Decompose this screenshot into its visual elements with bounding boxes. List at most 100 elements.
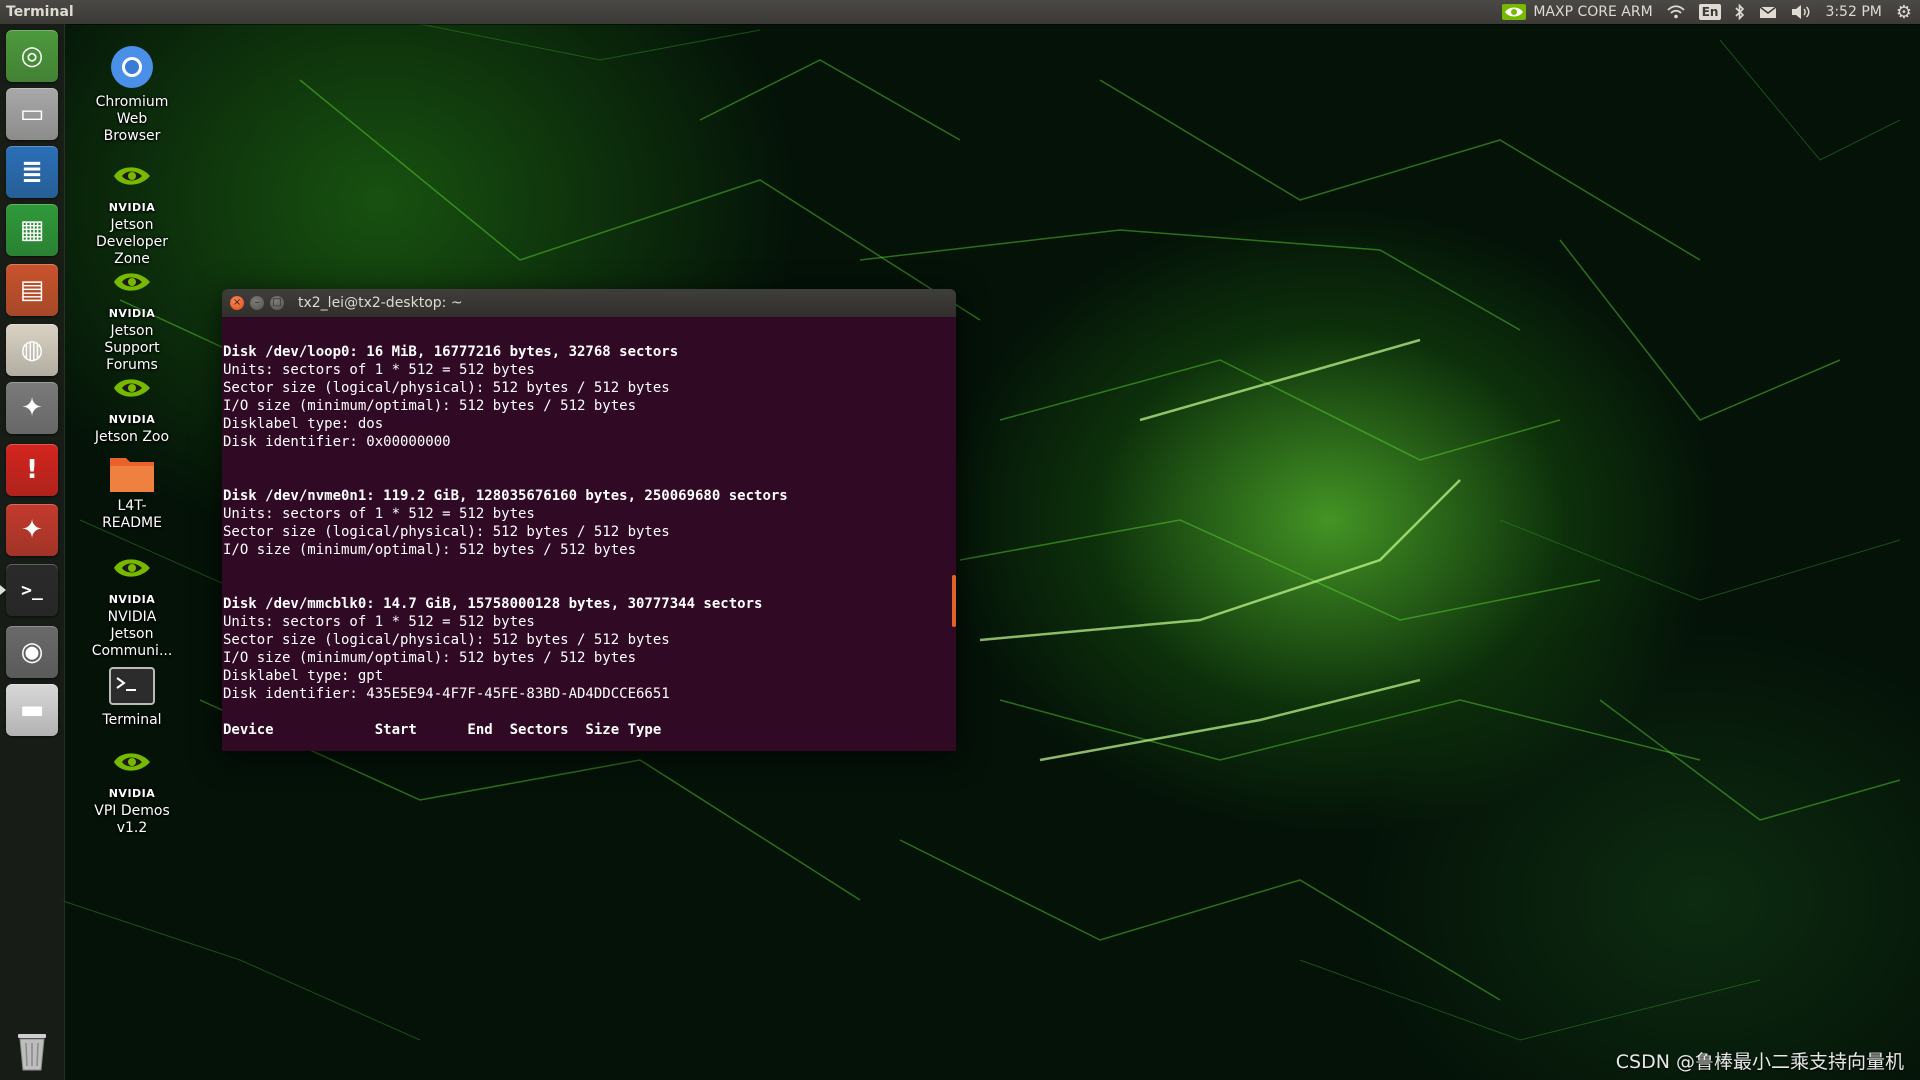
- minimize-icon: –: [254, 297, 260, 308]
- desktop-icon-1[interactable]: NVIDIA Jetson Developer Zone: [80, 160, 184, 268]
- desktop-icon-label: Developer: [95, 234, 168, 250]
- terminal-output[interactable]: Disk /dev/loop0: 16 MiB, 16777216 bytes,…: [222, 317, 956, 751]
- terminal-line: Device Start End Sectors Size Type: [223, 722, 662, 738]
- terminal-line: I/O size (minimum/optimal): 512 bytes / …: [223, 650, 637, 666]
- terminal-line: Disk /dev/loop0: 16 MiB, 16777216 bytes,…: [223, 344, 679, 360]
- desktop-icon-6[interactable]: Terminal: [80, 666, 184, 729]
- launcher-item-trash[interactable]: [6, 1024, 58, 1076]
- calc-spreadsheet-icon: ▦: [19, 215, 45, 245]
- power-mode-label: MAXP CORE ARM: [1533, 4, 1653, 20]
- desktop-icon-2[interactable]: NVIDIA Jetson Support Forums: [80, 266, 184, 374]
- desktop-icon-3[interactable]: NVIDIA Jetson Zoo: [80, 372, 184, 446]
- indicator-area: MAXP CORE ARM En 3:52 PM ⚙: [1501, 0, 1912, 24]
- terminal-shortcut-icon: [109, 667, 155, 705]
- desktop-icon-label: Browser: [103, 128, 161, 144]
- window-minimize-button[interactable]: –: [250, 296, 264, 310]
- terminal-line: Sector size (logical/physical): 512 byte…: [223, 632, 670, 648]
- launcher-item-camera[interactable]: ◉: [6, 626, 58, 678]
- session-indicator[interactable]: ⚙: [1896, 2, 1912, 23]
- terminal-line: Disk /dev/mmcblk0: 14.7 GiB, 15758000128…: [223, 596, 763, 612]
- nvidia-brand-label: NVIDIA: [108, 593, 156, 606]
- terminal-line: Units: sectors of 1 * 512 = 512 bytes: [223, 506, 535, 522]
- launcher-item-impress-presentation[interactable]: ▤: [6, 264, 58, 316]
- nvidia-eye-icon: [1502, 4, 1527, 20]
- desktop-icon-4[interactable]: L4T- README: [80, 452, 184, 532]
- terminal-line: Disklabel type: dos: [223, 416, 384, 432]
- nvpmodel-indicator[interactable]: MAXP CORE ARM: [1501, 3, 1653, 21]
- desktop-icon-label: NVIDIA: [107, 609, 157, 625]
- nvidia-brand-label: NVIDIA: [108, 307, 156, 320]
- launcher-item-shopping-bag[interactable]: ◍: [6, 324, 58, 376]
- nvidia-eye-icon: [114, 167, 150, 185]
- nvidia-eye-icon: [114, 753, 150, 771]
- desktop-icon-label: Support: [104, 340, 160, 356]
- desktop-icon-label: Terminal: [102, 712, 162, 728]
- desktop-icon-label: L4T-: [117, 498, 147, 514]
- launcher-item-file-cabinet[interactable]: ▭: [6, 88, 58, 140]
- terminal-scrollbar-thumb[interactable]: [952, 575, 956, 627]
- speaker-volume-icon: [1792, 5, 1810, 19]
- launcher-item-ubuntu-logo[interactable]: ◎: [6, 30, 58, 82]
- launcher-item-terminal[interactable]: >_: [6, 564, 58, 616]
- terminal-titlebar[interactable]: × – □ tx2_lei@tx2-desktop: ~: [222, 289, 956, 317]
- terminal-line: Sector size (logical/physical): 512 byte…: [223, 380, 670, 396]
- terminal-window-title: tx2_lei@tx2-desktop: ~: [298, 295, 463, 311]
- window-maximize-button[interactable]: □: [270, 296, 284, 310]
- desktop-icon-5[interactable]: NVIDIA NVIDIA Jetson Communi...: [80, 552, 184, 660]
- terminal-line: Sector size (logical/physical): 512 byte…: [223, 524, 670, 540]
- folder-icon: [110, 458, 154, 492]
- nvidia-eye-icon: [114, 273, 150, 291]
- camera-icon: ◉: [20, 637, 44, 667]
- desktop-icon-label: Jetson: [110, 217, 154, 233]
- launcher-item-writer-document[interactable]: ≣: [6, 146, 58, 198]
- terminal-line: I/O size (minimum/optimal): 512 bytes / …: [223, 398, 637, 414]
- chromium-icon: [111, 46, 153, 88]
- desktop-icon-label: Communi...: [91, 643, 173, 659]
- wifi-indicator[interactable]: [1667, 5, 1685, 19]
- desktop-icon-label: VPI Demos: [94, 803, 170, 819]
- terminal-window[interactable]: × – □ tx2_lei@tx2-desktop: ~ Disk /dev/l…: [222, 289, 956, 751]
- terminal-line: Disk /dev/nvme0n1: 119.2 GiB, 1280356761…: [223, 488, 788, 504]
- keyboard-indicator[interactable]: En: [1698, 4, 1722, 20]
- ubuntu-logo-icon: ◎: [20, 41, 44, 71]
- shopping-bag-icon: ◍: [20, 335, 44, 365]
- tools-wrench-icon: ✦: [21, 515, 43, 545]
- wallpaper-bright-lines: [979, 338, 1461, 762]
- terminal-line: Disklabel type: gpt: [223, 668, 384, 684]
- writer-document-icon: ≣: [21, 157, 43, 187]
- gear-icon: ⚙: [1895, 1, 1912, 23]
- nvidia-brand-label: NVIDIA: [108, 413, 156, 426]
- active-app-title: Terminal: [6, 4, 74, 20]
- desktop-icon-0[interactable]: Chromium Web Browser: [80, 44, 184, 145]
- terminal-line: Units: sectors of 1 * 512 = 512 bytes: [223, 614, 535, 630]
- launcher-item-settings-wrench[interactable]: ✦: [6, 382, 58, 434]
- maximize-icon: □: [272, 297, 282, 308]
- running-indicator-pip: [0, 585, 6, 595]
- terminal-line: Disk identifier: 435E5E94-4F7F-45FE-83BD…: [223, 686, 670, 702]
- trash-icon: [18, 1034, 46, 1071]
- desktop-icon-label: README: [102, 515, 162, 531]
- desktop-icon-label: Web: [116, 111, 148, 127]
- watermark: CSDN @鲁棒最小二乘支持向量机: [1615, 1051, 1904, 1073]
- envelope-icon: [1759, 5, 1777, 18]
- settings-wrench-icon: ✦: [21, 393, 43, 423]
- sound-indicator[interactable]: [1791, 4, 1811, 20]
- clock[interactable]: 3:52 PM: [1825, 4, 1881, 20]
- launcher-item-tools-wrench[interactable]: ✦: [6, 504, 58, 556]
- bluetooth-indicator[interactable]: [1735, 4, 1745, 20]
- launcher-item-calc-spreadsheet[interactable]: ▦: [6, 204, 58, 256]
- wifi-icon: [1667, 5, 1685, 19]
- launcher-item-alert-exclamation[interactable]: !: [6, 444, 58, 496]
- close-icon: ×: [232, 297, 242, 308]
- messaging-indicator[interactable]: [1759, 5, 1777, 19]
- desktop-icon-7[interactable]: NVIDIA VPI Demos v1.2: [80, 746, 184, 837]
- launcher-item-drive[interactable]: ▬: [6, 684, 58, 736]
- desktop-icon-label: Jetson: [110, 626, 154, 642]
- nvidia-brand-label: NVIDIA: [108, 201, 156, 214]
- window-close-button[interactable]: ×: [230, 296, 244, 310]
- top-panel: Terminal MAXP CORE ARM En 3:52 PM ⚙: [0, 0, 1920, 24]
